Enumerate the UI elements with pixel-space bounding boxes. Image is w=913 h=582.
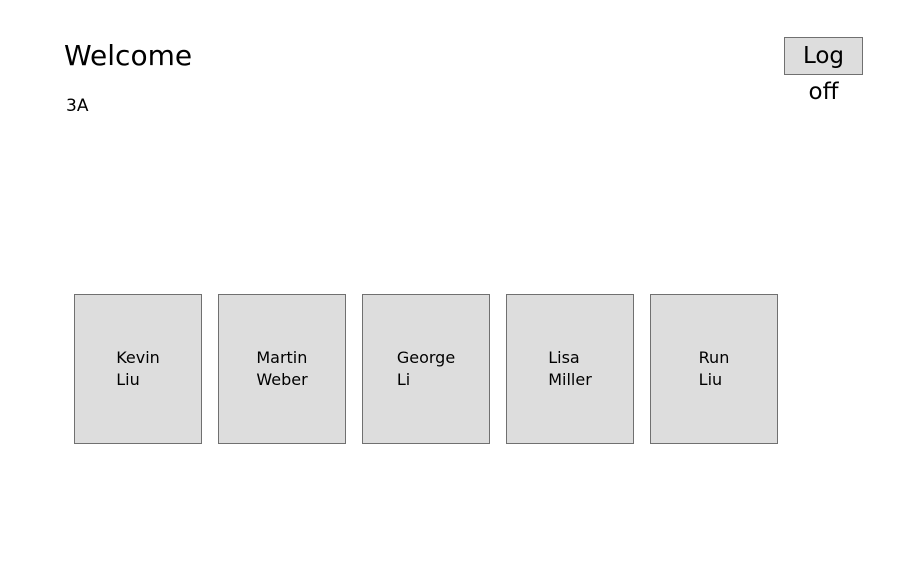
page-title: Welcome <box>64 39 193 72</box>
student-last-name: Li <box>396 370 411 389</box>
student-name: Lisa Miller <box>548 347 592 391</box>
student-tile[interactable]: Run Liu <box>650 294 778 444</box>
student-first-name: George <box>396 348 456 367</box>
class-label: 3A <box>66 96 89 116</box>
student-tile-list: Kevin Liu Martin Weber George Li Lisa Miller… <box>74 294 778 444</box>
student-name: George Li <box>397 347 455 391</box>
student-name: Martin Weber <box>256 347 307 391</box>
student-first-name: Kevin <box>116 348 160 367</box>
student-last-name: Liu <box>698 370 723 389</box>
student-first-name: Martin <box>256 348 308 367</box>
student-last-name: Miller <box>548 370 592 389</box>
student-tile[interactable]: Lisa Miller <box>506 294 634 444</box>
student-tile[interactable]: Martin Weber <box>218 294 346 444</box>
student-name: Run Liu <box>699 347 730 391</box>
log-off-button[interactable]: Log off <box>784 37 863 105</box>
student-first-name: Run <box>698 348 730 367</box>
student-last-name: Liu <box>116 370 140 389</box>
student-tile[interactable]: Kevin Liu <box>74 294 202 444</box>
student-name: Kevin Liu <box>116 347 160 391</box>
student-first-name: Lisa <box>548 348 580 367</box>
student-tile[interactable]: George Li <box>362 294 490 444</box>
student-last-name: Weber <box>256 370 308 389</box>
